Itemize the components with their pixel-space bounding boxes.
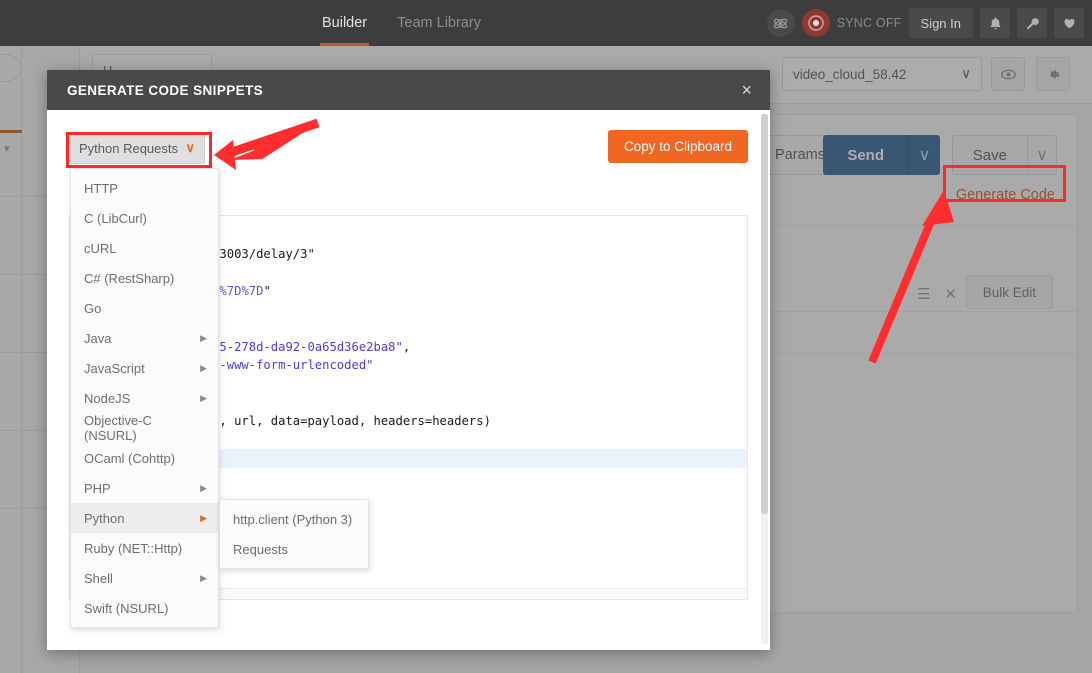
dropdown-item-label: C# (RestSharp): [84, 270, 175, 286]
dropdown-item-curl[interactable]: cURL: [71, 233, 218, 263]
python-submenu: http.client (Python 3) Requests: [219, 499, 369, 569]
nav-tabs: Builder Team Library: [320, 0, 483, 46]
wrench-icon[interactable]: [1017, 8, 1047, 38]
dropdown-item-ruby-net-http[interactable]: Ruby (NET::Http): [71, 533, 218, 563]
dropdown-item-label: C (LibCurl): [84, 210, 147, 226]
modal-title: GENERATE CODE SNIPPETS: [67, 82, 264, 98]
submenu-item-http-client-python-3[interactable]: http.client (Python 3): [220, 504, 368, 534]
submenu-item-label: Requests: [233, 541, 288, 557]
dropdown-item-objective-c-nsurl[interactable]: Objective-C (NSURL): [71, 413, 218, 443]
dropdown-item-go[interactable]: Go: [71, 293, 218, 323]
sync-status-label: SYNC OFF: [836, 16, 902, 30]
dropdown-item-php[interactable]: PHP ▶: [71, 473, 218, 503]
dropdown-item-label: Swift (NSURL): [84, 600, 169, 616]
dropdown-item-java[interactable]: Java ▶: [71, 323, 218, 353]
heart-icon[interactable]: [1054, 8, 1084, 38]
dropdown-item-nodejs[interactable]: NodeJS ▶: [71, 383, 218, 413]
sync-status[interactable]: SYNC OFF: [801, 9, 902, 37]
dropdown-item-javascript[interactable]: JavaScript ▶: [71, 353, 218, 383]
language-dropdown-menu: HTTP C (LibCurl) cURL C# (RestSharp) Go Java ▶…: [70, 168, 219, 628]
dropdown-item-label: PHP: [84, 480, 111, 496]
dropdown-item-label: Ruby (NET::Http): [84, 540, 183, 556]
dropdown-item-c-restsharp[interactable]: C# (RestSharp): [71, 263, 218, 293]
dropdown-item-label: Java: [84, 330, 112, 346]
sync-status-icon: [801, 9, 830, 37]
dropdown-item-python[interactable]: Python ▶: [71, 503, 218, 533]
dropdown-item-label: Shell: [84, 570, 113, 586]
modal-vertical-scrollbar[interactable]: [761, 114, 768, 644]
dropdown-item-c-libcurl[interactable]: C (LibCurl): [71, 203, 218, 233]
atom-icon[interactable]: [766, 9, 795, 37]
submenu-item-label: http.client (Python 3): [233, 511, 353, 527]
submenu-item-requests[interactable]: Requests: [220, 534, 368, 564]
chevron-right-icon: ▶: [200, 512, 207, 523]
chevron-right-icon: ▶: [200, 362, 207, 373]
nav-actions: SYNC OFF Sign In: [766, 0, 1084, 46]
copy-to-clipboard-button[interactable]: Copy to Clipboard: [607, 130, 748, 163]
dropdown-item-ocaml-cohttp[interactable]: OCaml (Cohttp): [71, 443, 218, 473]
scrollbar-thumb[interactable]: [761, 114, 768, 514]
top-navbar: Builder Team Library SYNC OFF Sign In: [0, 0, 1092, 46]
bell-icon[interactable]: [980, 8, 1010, 38]
modal-header: GENERATE CODE SNIPPETS ×: [47, 70, 770, 110]
dropdown-item-label: JavaScript: [84, 360, 145, 376]
dropdown-item-swift-nsurl[interactable]: Swift (NSURL): [71, 593, 218, 623]
dropdown-item-shell[interactable]: Shell ▶: [71, 563, 218, 593]
app-root: ▾ H video_cloud_58.42 ∨: [0, 0, 1092, 673]
language-select-value: Python Requests: [79, 140, 179, 156]
chevron-right-icon: ▶: [200, 392, 207, 403]
tab-team-library[interactable]: Team Library: [395, 0, 483, 46]
language-select[interactable]: Python Requests ∨: [69, 132, 205, 164]
dropdown-item-label: HTTP: [84, 180, 118, 196]
dropdown-item-label: Go: [84, 300, 102, 316]
sign-in-button[interactable]: Sign In: [908, 8, 973, 38]
chevron-right-icon: ▶: [200, 482, 207, 493]
close-icon[interactable]: ×: [741, 81, 752, 99]
dropdown-item-http[interactable]: HTTP: [71, 173, 218, 203]
chevron-down-icon: ∨: [185, 140, 195, 155]
dropdown-item-label: OCaml (Cohttp): [84, 450, 176, 466]
chevron-right-icon: ▶: [200, 572, 207, 583]
chevron-right-icon: ▶: [200, 332, 207, 343]
dropdown-item-label: Objective-C (NSURL): [84, 413, 152, 443]
dropdown-item-label: NodeJS: [84, 390, 131, 406]
tab-builder[interactable]: Builder: [320, 0, 370, 46]
dropdown-item-label: Python: [84, 510, 125, 526]
dropdown-item-label: cURL: [84, 240, 117, 256]
